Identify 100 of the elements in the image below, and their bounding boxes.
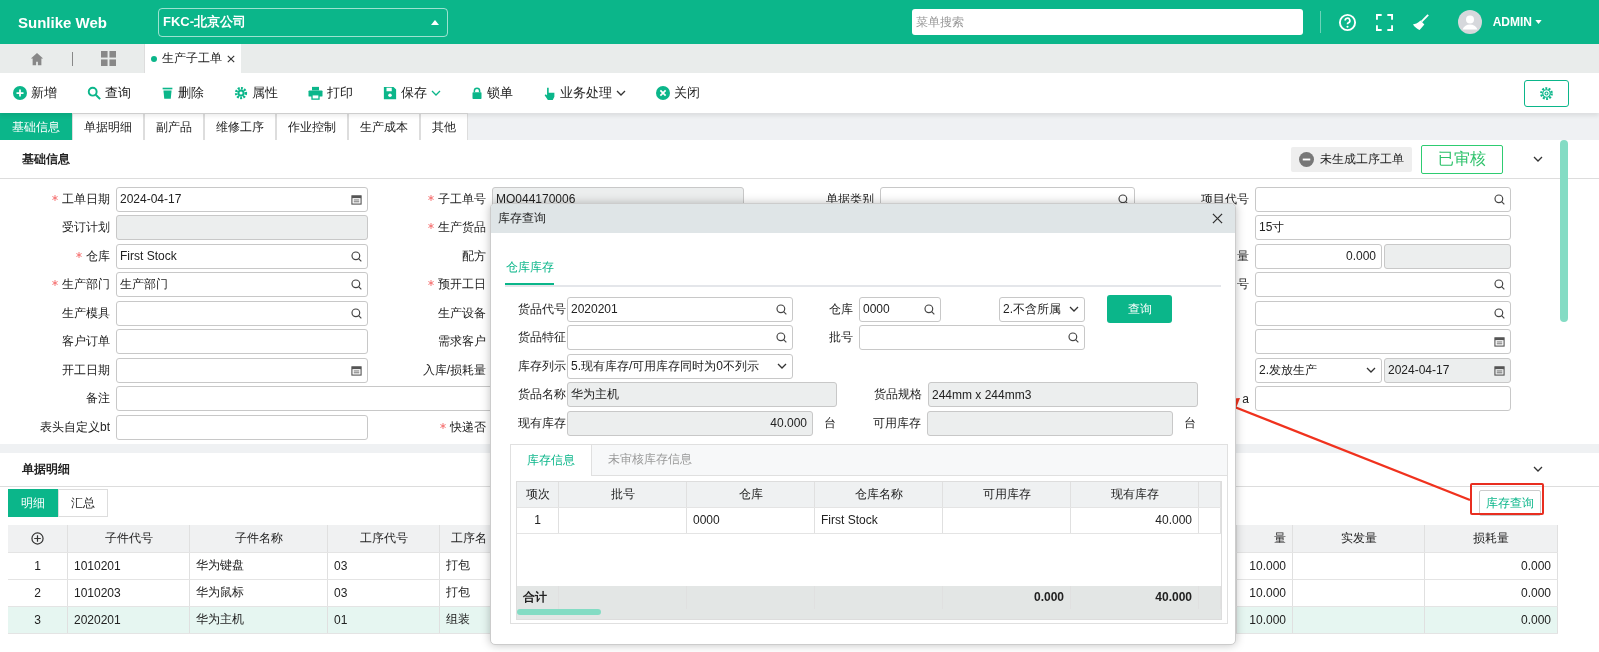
- input-field[interactable]: [116, 414, 368, 440]
- table-cell: 华为键盘: [190, 552, 328, 579]
- table-cell: 0.000: [1425, 579, 1558, 606]
- form-tab[interactable]: 维修工序: [204, 113, 276, 140]
- input-field[interactable]: 2024-04-17: [1384, 357, 1511, 383]
- column-header: 工序代号: [328, 524, 440, 552]
- table-cell: 10.000: [1237, 552, 1293, 579]
- table-cell: 2020201: [68, 606, 190, 633]
- input-field[interactable]: 0.000: [1255, 243, 1382, 269]
- input-field[interactable]: 244mm x 244mm3: [928, 382, 1198, 408]
- form-tab[interactable]: 生产成本: [348, 113, 420, 140]
- home-icon[interactable]: [30, 51, 44, 66]
- table-row[interactable]: 1 0000 First Stock 40.000: [517, 507, 1221, 534]
- input-field[interactable]: [1255, 272, 1511, 298]
- detail-tab[interactable]: 汇总: [58, 489, 108, 517]
- input-field[interactable]: [927, 410, 1173, 436]
- input-field[interactable]: [116, 300, 368, 326]
- field-label: 子工单号: [428, 191, 486, 206]
- add-row-icon[interactable]: [31, 531, 44, 545]
- column-header: 实发量: [1293, 524, 1425, 552]
- input-field[interactable]: [1384, 243, 1511, 269]
- close-icon[interactable]: [227, 54, 235, 63]
- input-field[interactable]: 华为主机: [567, 382, 837, 408]
- required-icon: [428, 194, 434, 201]
- input-field[interactable]: 2020201: [567, 296, 793, 322]
- trash-icon: [161, 86, 174, 100]
- input-field[interactable]: 0000: [859, 296, 941, 322]
- input-field[interactable]: [1255, 329, 1511, 355]
- grid-icon[interactable]: [101, 51, 116, 66]
- required-icon: [52, 280, 58, 287]
- form-tab[interactable]: 单据明细: [72, 113, 144, 140]
- save-icon: [383, 86, 397, 100]
- field-label: 可用库存: [872, 414, 921, 432]
- form-tab[interactable]: 其他: [420, 113, 468, 140]
- fullscreen-icon[interactable]: [1375, 13, 1393, 31]
- toolbar-button[interactable]: 删除: [161, 84, 204, 102]
- input-field[interactable]: [116, 329, 368, 355]
- search-icon: [87, 86, 101, 100]
- avatar-icon[interactable]: [1457, 10, 1482, 34]
- column-header: 量: [1237, 524, 1293, 552]
- input-field[interactable]: [567, 325, 793, 351]
- scrollbar[interactable]: [517, 608, 601, 615]
- scope-select[interactable]: 2.不含所属: [999, 296, 1085, 322]
- menu-search-field[interactable]: 菜单搜索: [911, 9, 1303, 35]
- required-icon: [428, 223, 434, 230]
- settings-button[interactable]: [1524, 79, 1569, 107]
- input-field[interactable]: 生产部门: [116, 272, 368, 298]
- field-label: 备注: [86, 391, 110, 406]
- close-icon[interactable]: [1212, 213, 1223, 224]
- plus-icon: [13, 86, 27, 100]
- field-label: 配方: [462, 248, 486, 263]
- field-label: 生产设备: [438, 305, 486, 320]
- input-field[interactable]: 2.发放生产: [1255, 357, 1382, 383]
- scrollbar[interactable]: [1560, 140, 1568, 322]
- search-icon: [776, 303, 787, 315]
- input-field[interactable]: 40.000: [567, 410, 813, 436]
- toolbar-button[interactable]: 属性: [234, 84, 278, 102]
- field-label: 预开工日: [428, 277, 486, 292]
- form-tab[interactable]: 作业控制: [276, 113, 348, 140]
- calendar-icon: [351, 364, 362, 376]
- settings-icon: [1539, 85, 1554, 101]
- help-icon[interactable]: [1337, 12, 1357, 32]
- toolbar-button[interactable]: 锁单: [471, 84, 513, 102]
- toolbar-button[interactable]: 打印: [308, 84, 353, 102]
- field-label: 客户订单: [62, 334, 110, 349]
- column-header: 仓库名称: [815, 481, 943, 507]
- toolbar-button[interactable]: 新增: [13, 84, 57, 102]
- toolbar-button[interactable]: 关闭: [656, 84, 700, 102]
- chevron-down-icon: [1366, 367, 1376, 374]
- chevron-down-icon[interactable]: [1533, 156, 1543, 162]
- unit-label: 台: [824, 414, 836, 432]
- input-field[interactable]: [1255, 386, 1511, 412]
- table-cell: 华为主机: [190, 606, 328, 633]
- column-header: 现有库存: [1071, 481, 1199, 507]
- approval-stamp: 已审核: [1421, 144, 1503, 174]
- unit-label: 台: [1184, 414, 1196, 432]
- chevron-down-icon: [777, 363, 787, 370]
- toolbar-button[interactable]: 业务处理: [543, 84, 626, 102]
- field-label: 受订计划: [62, 220, 110, 235]
- broom-icon[interactable]: [1411, 12, 1431, 32]
- required-icon: [440, 422, 446, 429]
- chevron-down-icon[interactable]: [1533, 466, 1543, 472]
- toolbar-button[interactable]: 保存: [383, 84, 441, 102]
- calendar-icon: [1494, 336, 1505, 348]
- toolbar-button[interactable]: 查询: [87, 84, 131, 102]
- field-label: 号: [1237, 277, 1249, 292]
- list-mode-select[interactable]: 5.现有库存/可用库存同时为0不列示: [567, 353, 793, 379]
- search-icon: [351, 307, 362, 319]
- input-field[interactable]: [1255, 300, 1511, 326]
- chevron-down-icon: [431, 90, 441, 96]
- search-icon: [1494, 279, 1505, 291]
- input-field[interactable]: [116, 357, 368, 383]
- input-field[interactable]: 15寸: [1255, 215, 1511, 241]
- form-tab[interactable]: 副产品: [144, 113, 204, 140]
- input-field[interactable]: 2024-04-17: [116, 186, 368, 212]
- input-field[interactable]: [1255, 186, 1511, 212]
- document-tab[interactable]: 生产子工单: [144, 44, 241, 73]
- input-field[interactable]: [116, 215, 368, 241]
- input-field[interactable]: First Stock: [116, 243, 368, 269]
- input-field[interactable]: [859, 325, 1085, 351]
